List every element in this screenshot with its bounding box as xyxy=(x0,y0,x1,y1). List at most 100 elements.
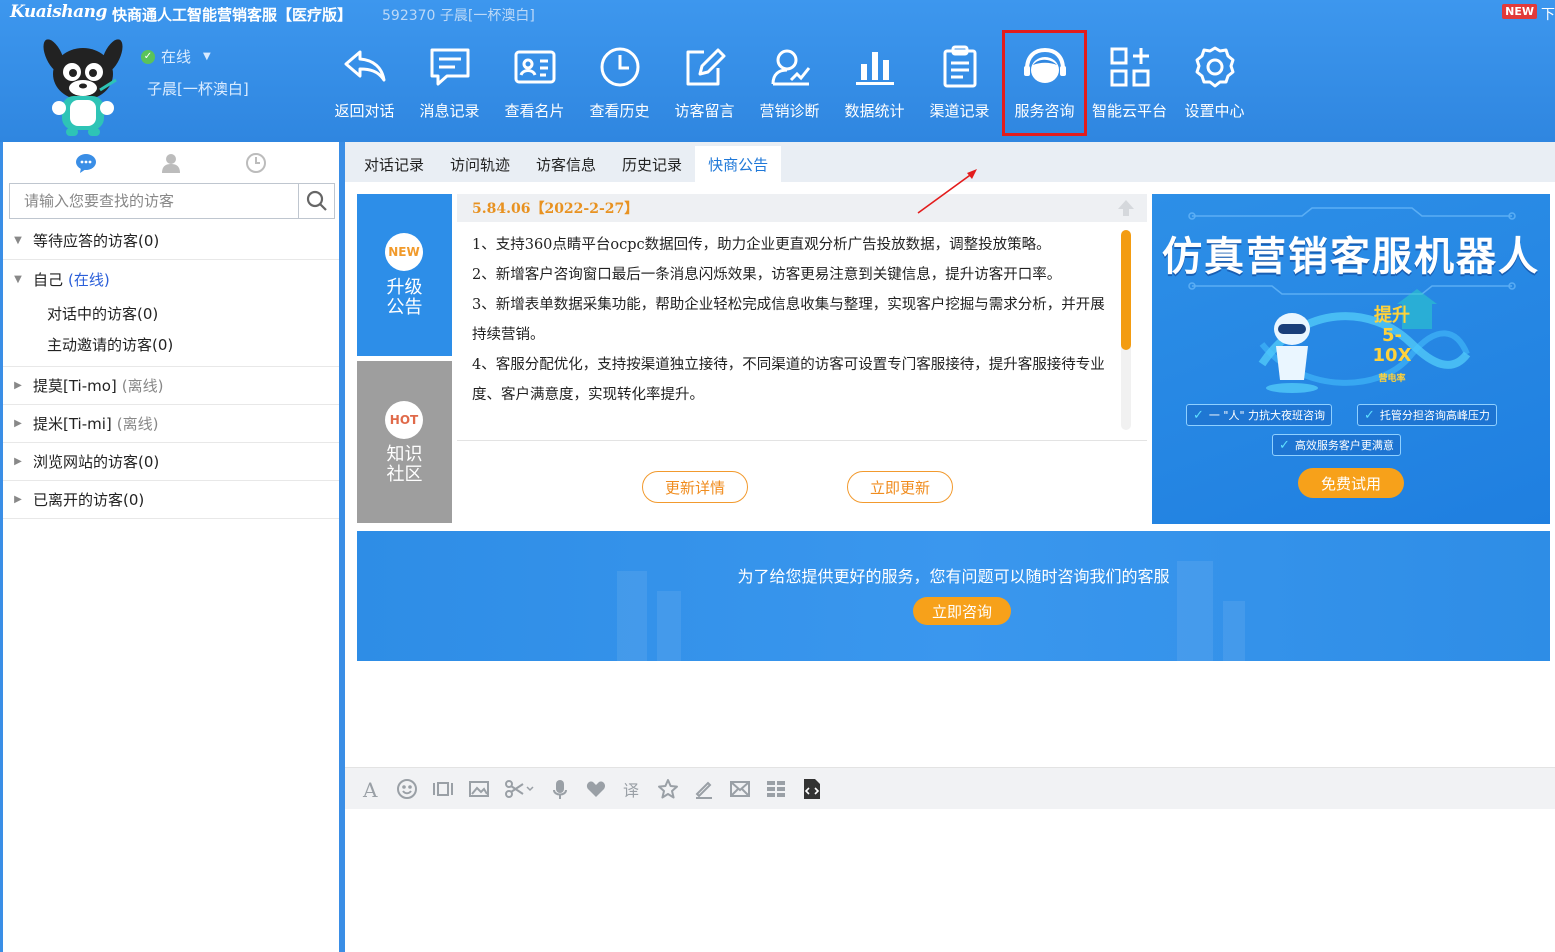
side-tab-upgrade[interactable]: NEW 升级 公告 xyxy=(357,194,452,356)
side-tab-knowledge[interactable]: HOT 知识 社区 xyxy=(357,361,452,523)
title-right-text[interactable]: 下 xyxy=(1541,4,1555,24)
check-icon: ✓ xyxy=(1193,407,1204,423)
image-icon xyxy=(468,780,489,797)
toolbar-item-diagnosis[interactable]: 营销诊断 xyxy=(747,30,832,136)
image-button[interactable] xyxy=(465,775,492,802)
group-left[interactable]: ▶ 已离开的访客(0) xyxy=(3,481,339,519)
free-trial-button[interactable]: 免费试用 xyxy=(1298,468,1404,498)
online-check-icon: ✓ xyxy=(141,49,155,64)
release-item: 2、新增客户咨询窗口最后一条消息闪烁效果，访客更易注意到关键信息，提升访客开口率… xyxy=(472,267,1062,283)
toolbar-item-service-consult[interactable]: 服务咨询 xyxy=(1002,30,1087,136)
microphone-button[interactable] xyxy=(546,775,573,802)
bar-chart-icon xyxy=(855,52,894,85)
clipboard-icon xyxy=(943,45,976,88)
divider xyxy=(457,440,1147,441)
toolbar-item-visitor-message[interactable]: 访客留言 xyxy=(662,30,747,136)
toolbar-item-cloud-platform[interactable]: 智能云平台 xyxy=(1087,30,1172,136)
heart-button[interactable] xyxy=(582,775,609,802)
favorite-button[interactable] xyxy=(654,775,681,802)
group-label: 已离开的访客(0) xyxy=(33,491,145,509)
tab-visitor-info[interactable]: 访客信息 xyxy=(523,146,609,182)
release-notes-body: 1、支持360点睛平台ocpc数据回传，助力企业更直观分析广告投放数据，调整投放… xyxy=(457,230,1137,434)
toolbar-item-history[interactable]: 查看历史 xyxy=(577,30,662,136)
group-browsing[interactable]: ▶ 浏览网站的访客(0) xyxy=(3,443,339,481)
history-icon[interactable] xyxy=(245,152,267,174)
emoji-button[interactable] xyxy=(393,775,420,802)
group-agent-timo[interactable]: ▶ 提莫[Ti-mo] (离线) xyxy=(3,367,339,405)
pen-icon xyxy=(695,781,712,799)
version-label: 5.84.06【2022-2-27】 xyxy=(472,201,639,217)
scrollbar-thumb[interactable] xyxy=(1121,230,1131,350)
card-icon xyxy=(514,50,555,84)
toolbar-label: 数据统计 xyxy=(844,102,905,120)
grid-plus-icon xyxy=(1110,47,1149,87)
scissors-button[interactable] xyxy=(501,775,537,802)
new-badge[interactable]: NEW xyxy=(1502,4,1537,19)
translate-icon: 译 xyxy=(623,781,639,800)
status-label: 在线 xyxy=(161,48,192,66)
search-input[interactable] xyxy=(10,184,298,218)
main-panel: 对话记录 访问轨迹 访客信息 历史记录 快商公告 NEW 升级 公告 HOT 知识… xyxy=(345,142,1555,952)
toolbar-item-messages[interactable]: 消息记录 xyxy=(407,30,492,136)
feature-label: 高效服务客户更满意 xyxy=(1294,439,1394,452)
update-details-button[interactable]: 更新详情 xyxy=(642,471,748,503)
tab-visit-trail[interactable]: 访问轨迹 xyxy=(437,146,523,182)
avatar[interactable] xyxy=(42,30,124,138)
scrollbar[interactable] xyxy=(1121,230,1131,430)
side-label: 升级 公告 xyxy=(357,278,452,318)
update-now-button[interactable]: 立即更新 xyxy=(847,471,953,503)
ad-feature: ✓ 高效服务客户更满意 xyxy=(1272,434,1401,456)
boost-line: 营电率 xyxy=(1378,374,1406,384)
screenshot-frame-button[interactable] xyxy=(429,775,456,802)
expand-right-icon[interactable]: ▶ xyxy=(3,418,33,429)
group-waiting[interactable]: ▼ 等待应答的访客(0) xyxy=(3,222,339,260)
new-badge-icon: NEW xyxy=(385,233,423,271)
search-icon xyxy=(306,190,327,211)
scroll-top-icon[interactable] xyxy=(1115,197,1137,219)
toolbar-item-statistics[interactable]: 数据统计 xyxy=(832,30,917,136)
mail-button[interactable] xyxy=(726,775,753,802)
chat-icon[interactable] xyxy=(75,152,97,174)
group-agent-timi[interactable]: ▶ 提米[Ti-mi] (离线) xyxy=(3,405,339,443)
ad-boost-text: 提升 5-10X 营电率 xyxy=(1367,306,1417,389)
message-icon xyxy=(430,48,469,86)
back-arrow-icon xyxy=(344,50,385,82)
expand-down-icon[interactable]: ▼ xyxy=(3,235,33,246)
ad-feature: ✓ 托管分担咨询高峰压力 xyxy=(1357,404,1497,426)
check-icon: ✓ xyxy=(1279,437,1290,453)
font-button[interactable]: A xyxy=(357,775,384,802)
toolbar-item-back[interactable]: 返回对话 xyxy=(322,30,407,136)
expand-right-icon[interactable]: ▶ xyxy=(3,456,33,467)
mail-icon xyxy=(729,780,750,797)
panel-tabs: 对话记录 访问轨迹 访客信息 历史记录 快商公告 xyxy=(345,142,1555,182)
search-button[interactable] xyxy=(298,184,334,218)
tab-chat-records[interactable]: 对话记录 xyxy=(351,146,437,182)
tab-announcements[interactable]: 快商公告 xyxy=(695,146,782,182)
code-file-button[interactable] xyxy=(798,775,825,802)
status-selector[interactable]: ✓ 在线 ▼ xyxy=(141,46,211,67)
toolbar-item-channels[interactable]: 渠道记录 xyxy=(917,30,1002,136)
tab-history[interactable]: 历史记录 xyxy=(609,146,695,182)
group-label: 浏览网站的访客(0) xyxy=(33,453,160,471)
group-self[interactable]: ▼ 自己 (在线) xyxy=(3,260,339,298)
expand-down-icon[interactable]: ▼ xyxy=(3,274,33,285)
robot-ad-banner[interactable]: 仿真营销客服机器人 提升 5-10X 营电率 ✓ 一 "人" 力抗大夜班咨询 ✓ 托… xyxy=(1152,194,1550,524)
hot-badge-icon: HOT xyxy=(385,401,423,439)
pen-button[interactable] xyxy=(690,775,717,802)
star-icon xyxy=(657,778,678,798)
toolbar-label: 智能云平台 xyxy=(1091,102,1167,120)
toolbar-item-settings[interactable]: 设置中心 xyxy=(1172,30,1257,136)
contact-message: 为了给您提供更好的服务，您有问题可以随时咨询我们的客服 xyxy=(737,567,1170,586)
expand-right-icon[interactable]: ▶ xyxy=(3,494,33,505)
account-info: 592370 子晨[一杯澳白] xyxy=(382,8,535,24)
user-icon[interactable] xyxy=(160,152,182,174)
list-item[interactable]: 对话中的访客(0) xyxy=(3,298,339,329)
toolbar-item-card[interactable]: 查看名片 xyxy=(492,30,577,136)
list-item[interactable]: 主动邀请的访客(0) xyxy=(3,329,339,360)
expand-right-icon[interactable]: ▶ xyxy=(3,380,33,391)
announcement-content: NEW 升级 公告 HOT 知识 社区 5.84.06【2022-2-27】 1、支… xyxy=(357,194,1550,664)
list-button[interactable] xyxy=(762,775,789,802)
translate-button[interactable]: 译 xyxy=(618,775,645,802)
consult-now-button[interactable]: 立即咨询 xyxy=(913,597,1011,625)
edit-note-icon xyxy=(686,48,725,86)
